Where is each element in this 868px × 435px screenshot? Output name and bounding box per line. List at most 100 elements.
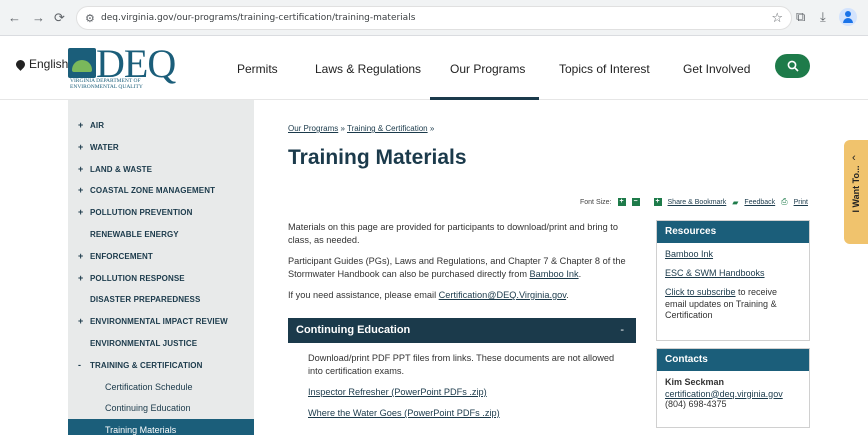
- assistance-text: If you need assistance, please email: [288, 290, 439, 300]
- subscribe-text: Click to subscribe to receive email upda…: [665, 287, 801, 322]
- font-size-label: Font Size:: [580, 198, 612, 206]
- sidebar-item-label: DISASTER PREPAREDNESS: [90, 295, 201, 305]
- contact-phone: (804) 698-4375: [665, 398, 727, 409]
- sidebar-item-pollution-response[interactable]: + POLLUTION RESPONSE: [68, 267, 254, 289]
- intro-paragraph: Materials on this page are provided for …: [288, 222, 618, 245]
- deq-logo[interactable]: DEQ VIRGINIA DEPARTMENT OF ENVIRONMENTAL…: [68, 42, 176, 92]
- sidebar-subitem-label: Training Materials: [105, 425, 177, 435]
- breadcrumb-separator: »: [429, 124, 435, 133]
- i-want-to-label: I Want To...: [851, 165, 861, 213]
- breadcrumb-training-certification[interactable]: Training & Certification: [347, 124, 428, 133]
- accordion-title: Continuing Education: [296, 324, 411, 336]
- continuing-education-accordion[interactable]: Continuing Education -: [288, 318, 636, 343]
- sidebar-item-environmental-impact-review[interactable]: + ENVIRONMENTAL IMPACT REVIEW: [68, 310, 254, 332]
- bamboo-ink-link[interactable]: Bamboo Ink: [530, 269, 579, 279]
- nav-permits[interactable]: Permits: [237, 62, 278, 76]
- nav-our-programs[interactable]: Our Programs: [450, 62, 525, 76]
- share-bookmark-link[interactable]: Share & Bookmark: [668, 199, 727, 206]
- extensions-icon[interactable]: ⧉: [796, 9, 805, 25]
- contact-email-link[interactable]: certification@deq.virginia.gov: [665, 389, 801, 399]
- page-title: Training Materials: [288, 146, 467, 169]
- site-info-icon[interactable]: ⚙: [85, 12, 95, 25]
- nav-laws-regulations[interactable]: Laws & Regulations: [315, 62, 421, 76]
- feedback-link[interactable]: Feedback: [744, 199, 775, 206]
- forward-arrow-icon[interactable]: →: [32, 10, 45, 26]
- expand-icon[interactable]: +: [78, 142, 83, 152]
- language-selector[interactable]: English: [14, 57, 69, 71]
- sidebar-item-label: LAND & WASTE: [90, 164, 153, 174]
- active-nav-indicator: [430, 97, 539, 100]
- font-increase-button[interactable]: +: [617, 198, 626, 206]
- sidebar-item-renewable-energy[interactable]: RENEWABLE ENERGY: [68, 223, 254, 245]
- expand-icon[interactable]: +: [78, 185, 83, 195]
- url-text[interactable]: deq.virginia.gov/our-programs/training-c…: [101, 13, 415, 23]
- address-bar[interactable]: ⚙ deq.virginia.gov/our-programs/training…: [76, 6, 792, 30]
- sidebar-subitem-label: Continuing Education: [105, 403, 191, 414]
- collapse-icon[interactable]: -: [78, 360, 81, 370]
- profile-avatar-icon[interactable]: [839, 8, 857, 26]
- expand-icon[interactable]: +: [78, 207, 83, 217]
- nav-topics-of-interest[interactable]: Topics of Interest: [559, 62, 650, 76]
- sidebar-item-land-waste[interactable]: + LAND & WASTE: [68, 158, 254, 180]
- contacts-title: Contacts: [657, 349, 809, 371]
- sidebar-subitem-certification-schedule[interactable]: Certification Schedule: [68, 376, 254, 398]
- logo-mark-icon: [68, 48, 96, 78]
- i-want-to-tab[interactable]: ‹ I Want To...: [844, 140, 868, 244]
- esc-swm-handbooks-link[interactable]: ESC & SWM Handbooks: [665, 268, 801, 278]
- bookmark-star-icon[interactable]: ☆: [771, 10, 783, 26]
- expand-icon[interactable]: +: [78, 273, 83, 283]
- sidebar-item-disaster-preparedness[interactable]: DISASTER PREPAREDNESS: [68, 288, 254, 310]
- back-arrow-icon[interactable]: ←: [8, 10, 21, 26]
- sidebar-item-label: RENEWABLE ENERGY: [90, 230, 179, 239]
- sidebar-item-label: ENVIRONMENTAL JUSTICE: [90, 339, 198, 348]
- language-label: English: [29, 57, 69, 71]
- site-header: English DEQ VIRGINIA DEPARTMENT OF ENVIR…: [0, 36, 868, 100]
- resources-bamboo-ink-link[interactable]: Bamboo Ink: [665, 249, 801, 259]
- inspector-refresher-link[interactable]: Inspector Refresher (PowerPoint PDFs .zi…: [308, 387, 487, 397]
- sidebar-subitem-training-materials[interactable]: Training Materials: [68, 419, 254, 435]
- sidebar-nav: + AIR + WATER + LAND & WASTE + COASTAL ZONE MAN…: [68, 100, 254, 435]
- font-decrease-button[interactable]: −: [631, 198, 640, 206]
- page-tools: Font Size: + − + Share & Bookmark ▰ Feed…: [580, 197, 808, 207]
- sidebar-item-label: COASTAL ZONE MANAGEMENT: [90, 186, 216, 196]
- sidebar-subitem-label: Certification Schedule: [105, 381, 193, 392]
- sidebar-item-environmental-justice[interactable]: ENVIRONMENTAL JUSTICE: [68, 332, 254, 354]
- search-button[interactable]: [775, 54, 810, 78]
- expand-icon[interactable]: +: [78, 164, 83, 174]
- breadcrumb-our-programs[interactable]: Our Programs: [288, 124, 338, 133]
- location-pin-icon: [14, 57, 27, 71]
- resources-box: Resources Bamboo Ink ESC & SWM Handbooks…: [656, 220, 810, 341]
- sidebar-item-label: WATER: [90, 142, 119, 152]
- sidebar-item-label: POLLUTION PREVENTION: [90, 208, 193, 218]
- collapse-icon[interactable]: -: [620, 324, 624, 336]
- browser-toolbar: ← → ⟳ ⚙ deq.virginia.gov/our-programs/tr…: [0, 0, 868, 36]
- contact-name: Kim Seckman: [665, 377, 725, 387]
- sidebar-item-air[interactable]: + AIR: [68, 114, 254, 136]
- contacts-box: Contacts Kim Seckman certification@deq.v…: [656, 348, 810, 428]
- sidebar-item-pollution-prevention[interactable]: + POLLUTION PREVENTION: [68, 201, 254, 223]
- where-water-goes-link[interactable]: Where the Water Goes (PowerPoint PDFs .z…: [308, 408, 500, 418]
- reload-icon[interactable]: ⟳: [54, 10, 65, 26]
- continuing-education-text: Download/print PDF PPT files from links.…: [308, 353, 615, 376]
- print-link[interactable]: Print: [794, 199, 808, 206]
- print-icon: ⎙: [781, 197, 788, 206]
- feedback-icon: ▰: [732, 197, 739, 207]
- sidebar-subitem-continuing-education[interactable]: Continuing Education: [68, 397, 254, 419]
- sidebar-item-coastal-zone-management[interactable]: + COASTAL ZONE MANAGEMENT: [68, 179, 254, 201]
- breadcrumb-separator: »: [340, 124, 345, 133]
- purchase-paragraph: Participant Guides (PGs), Laws and Regul…: [288, 255, 640, 280]
- expand-icon[interactable]: +: [78, 316, 83, 326]
- sidebar-item-label: TRAINING & CERTIFICATION: [90, 360, 203, 370]
- download-icon[interactable]: ⤓: [820, 9, 826, 25]
- sidebar-item-training-certification[interactable]: - TRAINING & CERTIFICATION: [68, 354, 254, 376]
- subscribe-link[interactable]: Click to subscribe: [665, 287, 736, 297]
- sidebar-item-water[interactable]: + WATER: [68, 136, 254, 158]
- expand-icon[interactable]: +: [78, 120, 83, 130]
- sidebar-item-enforcement[interactable]: + ENFORCEMENT: [68, 245, 254, 267]
- breadcrumb: Our Programs » Training & Certification …: [288, 124, 434, 133]
- logo-subtext: VIRGINIA DEPARTMENT OF ENVIRONMENTAL QUA…: [70, 78, 143, 90]
- certification-email-link[interactable]: Certification@DEQ.Virginia.gov: [439, 290, 566, 300]
- expand-icon[interactable]: +: [78, 251, 83, 261]
- sidebar-item-label: AIR: [90, 121, 105, 130]
- nav-get-involved[interactable]: Get Involved: [683, 62, 750, 76]
